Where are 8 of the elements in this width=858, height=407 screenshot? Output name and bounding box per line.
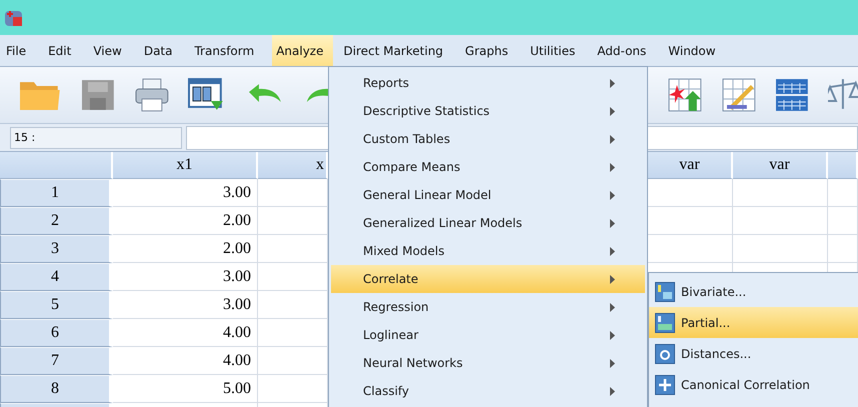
table-cell: 3.00: [113, 263, 258, 291]
table-cell: 3.00: [113, 291, 258, 319]
table-cell: 4.00: [113, 319, 258, 347]
table-cell: 2.00: [113, 207, 258, 235]
table-cell: 5.00: [113, 375, 258, 403]
table-cell: 3.00: [113, 179, 258, 207]
table-cell: 4.00: [113, 347, 258, 375]
table-cell: 2.00: [113, 235, 258, 263]
